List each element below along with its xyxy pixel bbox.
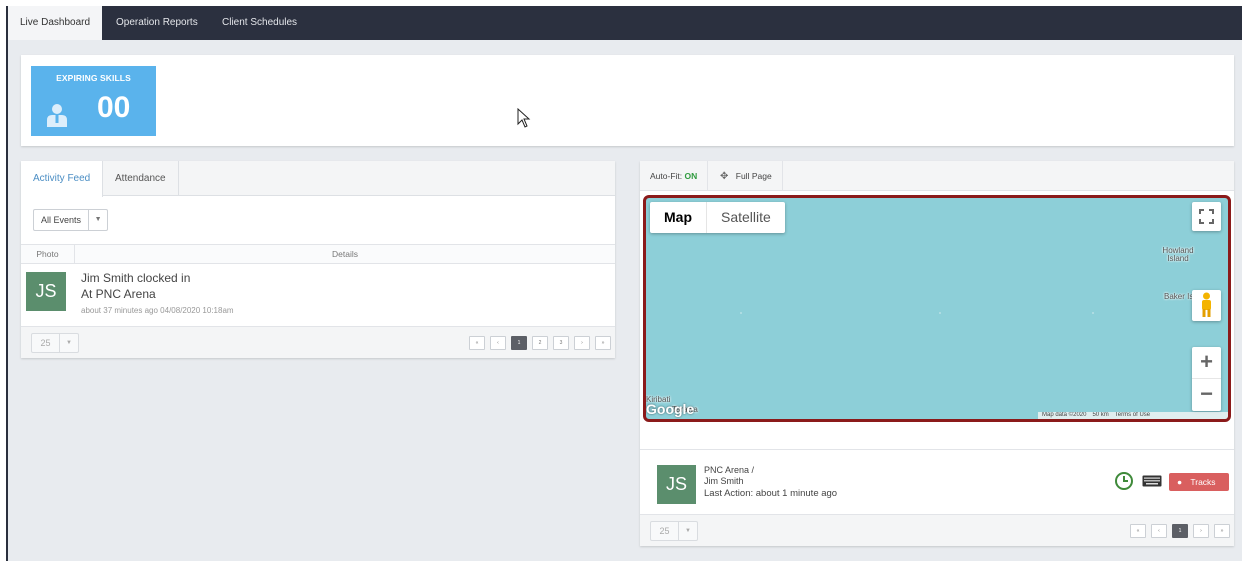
page-size-select[interactable]: 25 ▼ xyxy=(31,333,79,353)
track-last-action: Last Action: about 1 minute ago xyxy=(704,488,838,499)
map-terms-link[interactable]: Terms of Use xyxy=(1115,412,1150,419)
first-page-button[interactable]: « xyxy=(1130,524,1146,538)
clock-icon[interactable] xyxy=(1114,471,1134,491)
zoom-in-button[interactable]: + xyxy=(1192,347,1221,379)
tab-attendance[interactable]: Attendance xyxy=(103,161,179,196)
zoom-out-button[interactable]: − xyxy=(1192,379,1221,411)
chevron-down-icon: ▼ xyxy=(685,528,691,534)
tracks-button[interactable]: ● Tracks xyxy=(1169,473,1229,491)
tracked-user-row[interactable]: JS PNC Arena / Jim Smith Last Action: ab… xyxy=(640,449,1234,515)
autofit-toggle[interactable]: Auto-Fit: ON xyxy=(640,161,709,191)
avatar: JS xyxy=(26,272,66,311)
expiring-skills-label: EXPIRING SKILLS xyxy=(56,73,131,83)
activity-footer: 25 ▼ « ‹ 1 2 3 › » xyxy=(21,326,615,358)
place-label-howland: Howland Island xyxy=(1162,246,1194,263)
column-photo: Photo xyxy=(21,245,75,264)
event-location: At PNC Arena xyxy=(81,287,156,301)
pagination: « ‹ 1 › » xyxy=(1130,524,1230,538)
chevron-down-icon: ▼ xyxy=(66,340,72,346)
map-toolbar: Auto-Fit: ON ✥ Full Page xyxy=(640,161,1234,191)
place-label-baker: Baker Is xyxy=(1164,292,1194,301)
event-title: Jim Smith clocked in xyxy=(81,271,191,285)
pegman-icon xyxy=(1202,292,1211,317)
next-page-button[interactable]: › xyxy=(1193,524,1209,538)
table-header: Photo Details xyxy=(21,244,615,264)
autofit-value: ON xyxy=(684,171,698,181)
map-scale: 50 km xyxy=(1092,412,1109,418)
chevron-down-icon: ▼ xyxy=(94,216,102,223)
person-icon xyxy=(47,104,67,127)
expiring-skills-count: 00 xyxy=(97,91,131,124)
map-data-credit: Map data ©2020 xyxy=(1042,412,1087,418)
fullscreen-icon xyxy=(1199,209,1214,224)
activity-panel: Activity Feed Attendance All Events ▼ Ph… xyxy=(21,161,615,358)
last-page-button[interactable]: » xyxy=(595,336,611,350)
last-page-button[interactable]: » xyxy=(1214,524,1230,538)
event-timestamp: about 37 minutes ago 04/08/2020 10:18am xyxy=(81,306,234,315)
move-icon: ✥ xyxy=(720,171,729,182)
mouse-cursor-icon xyxy=(517,108,531,128)
street-view-button[interactable] xyxy=(1192,290,1221,321)
fullscreen-button[interactable] xyxy=(1192,202,1221,231)
avatar: JS xyxy=(657,465,696,504)
keyboard-icon[interactable] xyxy=(1142,475,1162,487)
full-page-button[interactable]: ✥ Full Page xyxy=(710,161,783,191)
map-type-satellite-button[interactable]: Satellite xyxy=(707,202,785,233)
map-attribution: Map data ©2020 50 km Terms of Use xyxy=(1038,412,1228,419)
page-3-button[interactable]: 3 xyxy=(553,336,569,350)
track-location: PNC Arena / xyxy=(704,465,755,475)
tab-activity-feed[interactable]: Activity Feed xyxy=(21,161,104,197)
prev-page-button[interactable]: ‹ xyxy=(1151,524,1167,538)
page-size-value: 25 xyxy=(32,334,60,352)
event-filter-label: All Events xyxy=(34,210,90,230)
map-type-map-button[interactable]: Map xyxy=(650,202,707,233)
column-details: Details xyxy=(332,249,358,259)
google-logo: Google xyxy=(646,401,695,417)
page-1-button[interactable]: 1 xyxy=(511,336,527,350)
autofit-label: Auto-Fit: xyxy=(650,171,683,181)
expiring-skills-tile[interactable]: EXPIRING SKILLS 00 xyxy=(31,66,156,136)
map-footer: 25 ▼ « ‹ 1 › » xyxy=(640,514,1234,546)
map-type-control: Map Satellite xyxy=(650,202,785,233)
pagination: « ‹ 1 2 3 › » xyxy=(469,336,611,350)
app-frame: Live Dashboard Operation Reports Client … xyxy=(6,6,1242,561)
event-filter-dropdown[interactable]: All Events ▼ xyxy=(33,209,109,231)
page-size-value: 25 xyxy=(651,522,679,540)
map-view[interactable]: Map Satellite Howland Island Baker Is Ki… xyxy=(643,195,1231,422)
map-dot xyxy=(1092,312,1094,314)
tab-operation-reports[interactable]: Operation Reports xyxy=(104,6,210,40)
prev-page-button[interactable]: ‹ xyxy=(490,336,506,350)
table-row[interactable]: JS Jim Smith clocked in At PNC Arena abo… xyxy=(21,265,615,322)
page-1-button[interactable]: 1 xyxy=(1172,524,1188,538)
tab-live-dashboard[interactable]: Live Dashboard xyxy=(8,6,103,40)
map-panel: Auto-Fit: ON ✥ Full Page Map Satellite H… xyxy=(640,161,1234,546)
full-page-label: Full Page xyxy=(735,171,772,181)
tab-client-schedules[interactable]: Client Schedules xyxy=(210,6,309,40)
page-size-select[interactable]: 25 ▼ xyxy=(650,521,698,541)
first-page-button[interactable]: « xyxy=(469,336,485,350)
top-nav: Live Dashboard Operation Reports Client … xyxy=(8,6,1242,40)
track-user-name: Jim Smith xyxy=(704,476,744,486)
next-page-button[interactable]: › xyxy=(574,336,590,350)
page-2-button[interactable]: 2 xyxy=(532,336,548,350)
location-pin-icon: ● xyxy=(1177,477,1183,487)
zoom-control: + − xyxy=(1192,347,1221,411)
tracks-label: Tracks xyxy=(1190,477,1216,487)
activity-tabs: Activity Feed Attendance xyxy=(21,161,615,197)
map-dot xyxy=(939,312,941,314)
summary-banner: EXPIRING SKILLS 00 xyxy=(21,55,1234,146)
map-dot xyxy=(740,312,742,314)
